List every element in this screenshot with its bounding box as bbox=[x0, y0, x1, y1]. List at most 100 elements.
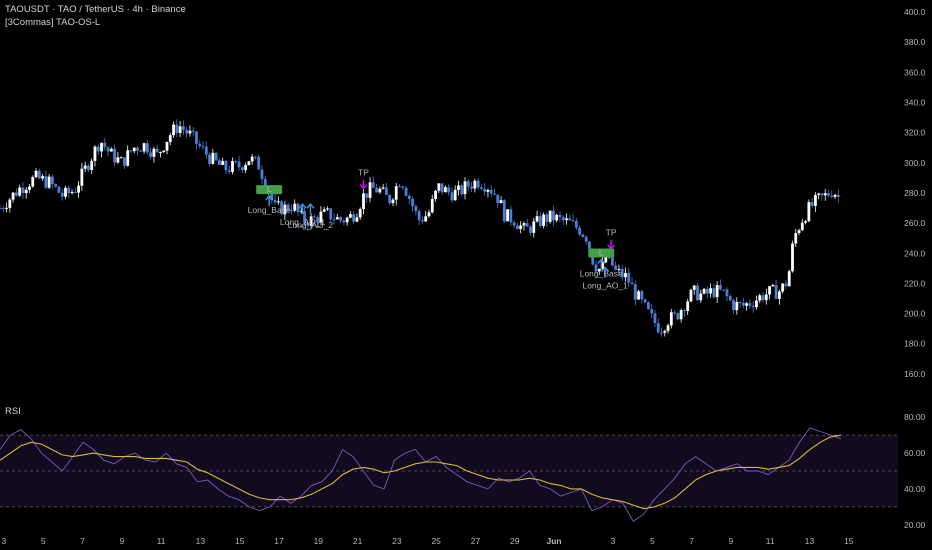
time-tick-label: 3 bbox=[611, 536, 616, 546]
candle-body bbox=[96, 146, 100, 152]
time-tick-label: 9 bbox=[729, 536, 734, 546]
candle-body bbox=[227, 170, 231, 172]
candle-body bbox=[371, 182, 375, 188]
candle-body bbox=[129, 150, 133, 152]
candle-body bbox=[565, 218, 568, 221]
rsi-tick-label: 40.00 bbox=[904, 484, 926, 494]
long-ao-label: Long_AO_2 bbox=[288, 220, 334, 230]
candle-body bbox=[460, 185, 464, 195]
candle-body bbox=[496, 194, 500, 204]
candle-body bbox=[443, 187, 447, 193]
candle-body bbox=[178, 126, 182, 133]
candle-body bbox=[715, 285, 719, 298]
candle-body bbox=[519, 225, 523, 230]
candle-body bbox=[650, 309, 654, 314]
candle-body bbox=[70, 192, 74, 194]
candle-body bbox=[555, 214, 559, 221]
candle-body bbox=[516, 225, 519, 230]
candle-body bbox=[728, 296, 732, 301]
chart-canvas[interactable]: LLong_BaseTPTPLLong_BaseLong_AO_1Long_AO… bbox=[0, 0, 932, 550]
indicator-label: [3Commas] TAO-OS-L bbox=[5, 17, 101, 28]
price-tick-label: 360.0 bbox=[904, 67, 926, 77]
candle-body bbox=[21, 187, 25, 194]
candle-body bbox=[463, 181, 467, 195]
candle-body bbox=[37, 170, 41, 179]
candle-body bbox=[689, 289, 693, 302]
candle-body bbox=[142, 143, 146, 152]
candle-body bbox=[240, 167, 244, 171]
candle-body bbox=[326, 208, 329, 210]
candle-body bbox=[489, 189, 493, 194]
time-tick-label: 7 bbox=[689, 536, 694, 546]
candle-body bbox=[702, 288, 706, 294]
candle-body bbox=[699, 293, 703, 301]
candle-body bbox=[83, 165, 87, 169]
candle-body bbox=[797, 230, 801, 234]
long-ao-label: Long_AO_1 bbox=[582, 280, 628, 290]
symbol-title: TAOUSDT · TAO / TetherUS · 4h · Binance bbox=[5, 4, 186, 15]
candle-body bbox=[149, 152, 153, 157]
candle-body bbox=[378, 188, 382, 193]
candle-body bbox=[512, 222, 516, 226]
candle-body bbox=[833, 194, 837, 197]
candle-body bbox=[175, 124, 179, 133]
candle-body bbox=[247, 161, 251, 166]
candle-body bbox=[509, 209, 513, 223]
candle-body bbox=[185, 129, 189, 134]
candle-body bbox=[237, 161, 241, 168]
candle-body bbox=[152, 148, 156, 157]
candle-body bbox=[574, 220, 578, 228]
candle-body bbox=[195, 131, 198, 144]
candle-body bbox=[735, 302, 739, 311]
candle-body bbox=[453, 189, 457, 201]
candle-body bbox=[827, 193, 830, 196]
candle-body bbox=[771, 284, 775, 287]
price-tick-label: 240.0 bbox=[904, 248, 926, 258]
time-tick-label: Jun bbox=[547, 536, 562, 546]
candle-body bbox=[804, 221, 807, 223]
candle-body bbox=[712, 288, 716, 298]
candle-body bbox=[342, 220, 346, 223]
candle-body bbox=[28, 186, 31, 190]
candle-body bbox=[0, 208, 2, 210]
price-tick-label: 320.0 bbox=[904, 128, 926, 138]
candle-body bbox=[41, 176, 44, 179]
time-tick-label: 15 bbox=[844, 536, 854, 546]
candle-body bbox=[165, 141, 169, 151]
rsi-title: RSI bbox=[5, 406, 21, 417]
candle-body bbox=[532, 221, 536, 233]
candle-body bbox=[810, 202, 814, 206]
candle-body bbox=[748, 303, 752, 306]
candle-body bbox=[427, 212, 431, 217]
candle-body bbox=[522, 223, 526, 226]
candle-body bbox=[113, 148, 117, 163]
candle-body bbox=[168, 135, 172, 142]
candle-body bbox=[558, 214, 562, 218]
candle-body bbox=[633, 284, 637, 300]
candle-body bbox=[322, 209, 326, 212]
candle-body bbox=[738, 302, 742, 304]
time-tick-label: 19 bbox=[314, 536, 324, 546]
candle-body bbox=[181, 126, 185, 130]
candle-body bbox=[663, 330, 667, 333]
candle-body bbox=[132, 147, 136, 152]
price-tick-label: 220.0 bbox=[904, 278, 926, 288]
candle-body bbox=[44, 176, 48, 188]
candle-body bbox=[696, 285, 699, 301]
candle-body bbox=[224, 160, 228, 171]
candle-body bbox=[552, 210, 555, 221]
candle-body bbox=[673, 312, 676, 314]
candle-body bbox=[548, 210, 552, 222]
candle-body bbox=[93, 146, 97, 161]
candle-body bbox=[421, 220, 424, 222]
candle-body bbox=[145, 143, 149, 153]
candle-body bbox=[561, 217, 565, 221]
candle-body bbox=[588, 241, 591, 249]
candle-body bbox=[676, 313, 680, 320]
candle-body bbox=[273, 200, 277, 203]
candle-body bbox=[643, 299, 647, 303]
candle-body bbox=[1, 208, 5, 210]
candle-body bbox=[683, 310, 686, 312]
candle-body bbox=[709, 288, 713, 294]
candle-body bbox=[57, 186, 61, 193]
